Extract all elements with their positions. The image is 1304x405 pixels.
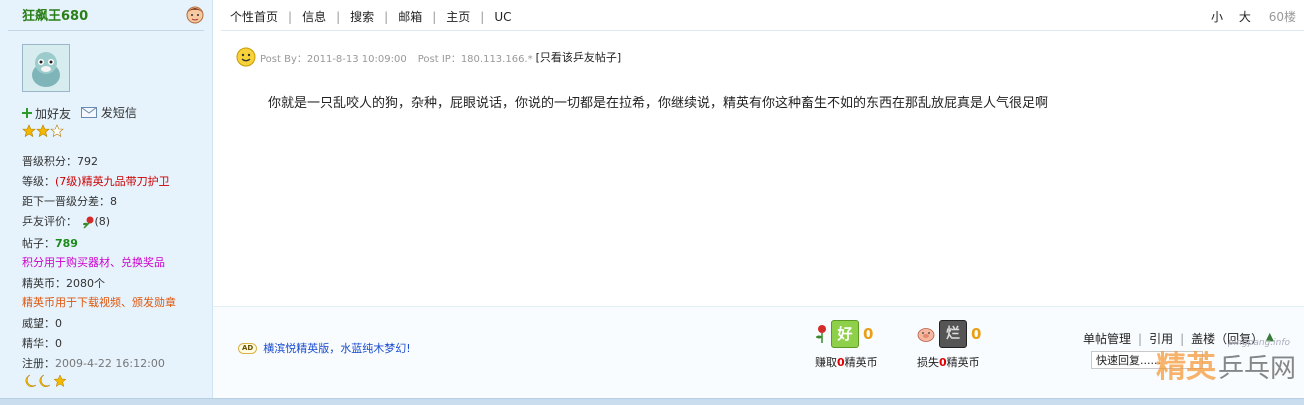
add-friend-label: 加好友 [35,106,72,121]
add-friend-button[interactable]: 加好友 [22,105,71,122]
user-actions: 加好友 发短信 [22,104,143,122]
post-ip: Post IP：180.113.166.* [417,53,533,65]
register-label: 注册： [22,357,55,370]
lose-coins: 烂 0 损失0精英币 [917,320,989,370]
watermark-big: 精英 [1155,350,1216,385]
coins-note: 精英币用于下载视频、颁发勋章 [22,296,176,309]
user-nav: 个性首页 | 信息 | 搜索 | 邮箱 | 主页 | UC [230,10,512,24]
lose-count: 0 [971,325,982,343]
level-value: (7级)精英九品带刀护卫 [55,175,170,188]
lose-label-num: 0 [939,356,947,369]
rating-label: 乒友评价： [22,215,77,228]
register-date: 注册：2009-4-22 16:12:00 [22,355,165,371]
good-button[interactable]: 好 [831,320,859,348]
posts-value: 789 [55,237,78,250]
level-label: 等级： [22,175,55,188]
quote-link[interactable]: 引用 [1149,332,1173,346]
font-small-button[interactable]: 小 [1211,10,1223,24]
lose-label: 损失0精英币 [917,354,989,370]
good-icon-text: 好 [837,325,853,343]
ad-link[interactable]: AD 横滨悦精英版，水蓝纯木梦幻! [238,340,411,356]
promo-points: 晋级积分：792 [22,155,98,168]
username-link[interactable]: 狂飙王680 [22,5,88,24]
post-time: Post By：2011-8-13 10:09:00 [260,53,407,65]
nav-uc[interactable]: UC [494,10,511,24]
envelope-icon [80,107,97,118]
bad-icon-text: 烂 [946,326,960,342]
user-level: 等级：(7级)精英九品带刀护卫 [22,173,170,189]
nav-search[interactable]: 搜索 [350,10,374,24]
nav-homepage[interactable]: 主页 [446,10,470,24]
send-message-label: 发短信 [100,106,137,120]
ad-text: 横滨悦精英版，水蓝纯木梦幻! [263,342,411,355]
only-this-user-link[interactable]: [只看该乒友帖子] [536,49,622,65]
moon-star-icon [25,374,67,388]
site-watermark: 精英 乒乓网 [1155,350,1296,385]
post-meta: Post By：2011-8-13 10:09:00 Post IP：180.1… [236,47,621,67]
nav-mailbox[interactable]: 邮箱 [398,10,422,24]
smiley-icon [236,47,256,67]
post-tools: 小 大 60楼 [1199,8,1296,25]
nav-personal-home[interactable]: 个性首页 [230,10,278,24]
earn-label-num: 0 [837,356,845,369]
floor-number: 60楼 [1268,10,1296,24]
online-badges [22,373,68,392]
rating-count: (8) [94,215,111,228]
rank-stars [22,124,66,141]
watermark-url: pingpang.info [1227,338,1290,348]
male-avatar-icon [186,6,204,24]
rose-icon [82,216,93,229]
send-message-button[interactable]: 发短信 [80,104,137,121]
font-large-button[interactable]: 大 [1239,10,1251,24]
lose-label-post: 精英币 [946,356,980,369]
bad-button[interactable]: 烂 [939,320,967,348]
posts-label: 帖子： [22,237,55,250]
post-main: 个性首页 | 信息 | 搜索 | 邮箱 | 主页 | UC 小 大 60楼 Post By：2011… [213,0,1304,398]
earn-count: 0 [863,325,874,343]
peer-rating: 乒友评价： (8) [22,213,110,229]
user-sidebar: 狂飙王680 加好友 发短信 晋级积分：792 等级：(7级)精英九品带刀护卫 … [0,0,213,398]
points-note: 积分用于购买器材、兑换奖品 [22,256,165,269]
post-count: 帖子：789 [22,235,78,251]
rose-icon [816,325,826,343]
nav-divider [221,30,1304,31]
plus-icon [22,108,32,118]
ad-badge: AD [238,342,258,354]
watermark-small: 乒乓网 [1217,354,1296,384]
next-level-gap: 距下一晋级分差：8 [22,195,117,208]
lose-label-pre: 损失 [917,356,939,369]
essence: 精华：0 [22,337,62,350]
pig-icon [917,328,935,342]
user-avatar[interactable] [22,44,70,92]
elite-coins: 精英币：2080个 [22,277,105,290]
post-content: 你就是一只乱咬人的狗，杂种，屁眼说话，你说的一切都是在拉希，你继续说，精英有你这… [268,96,1049,111]
sidebar-divider [8,30,204,31]
nav-info[interactable]: 信息 [302,10,326,24]
earn-label: 赚取0精英币 [815,354,883,370]
star-rating-icon [22,124,64,138]
prestige: 威望：0 [22,317,62,330]
manage-post-link[interactable]: 单帖管理 [1083,332,1131,346]
earn-label-pre: 赚取 [815,356,837,369]
earn-label-post: 精英币 [844,356,878,369]
earn-coins: 好 0 赚取0精英币 [815,320,883,370]
register-value: 2009-4-22 16:12:00 [55,357,165,370]
